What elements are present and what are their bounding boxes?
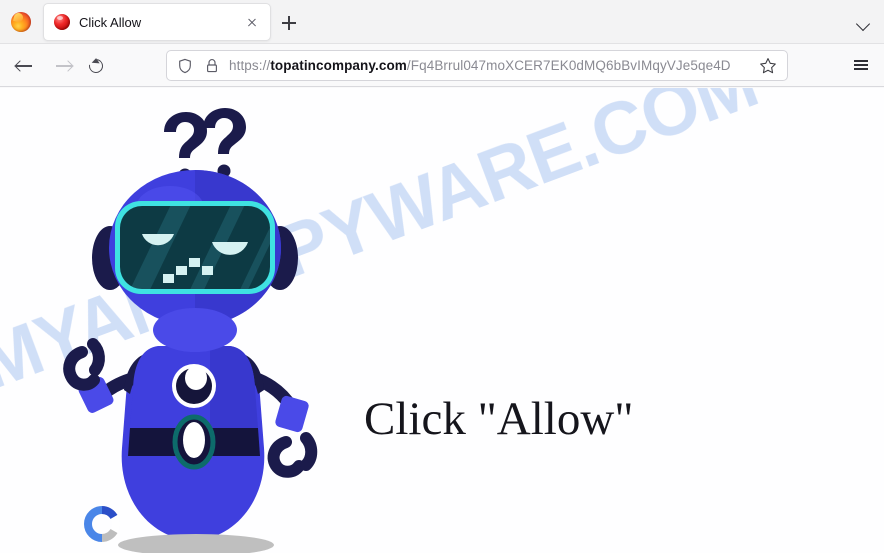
page-headline: Click "Allow" if you are not a robot <box>352 252 752 553</box>
forward-button[interactable] <box>49 51 79 81</box>
browser-tab[interactable]: Click Allow <box>43 3 271 41</box>
tab-strip: Click Allow <box>0 0 884 44</box>
chevron-down-icon[interactable] <box>851 11 875 35</box>
shield-icon[interactable] <box>177 58 193 74</box>
question-marks <box>164 108 246 182</box>
url-path: /Fq4Brrul047moXCER7EK0dMQ6bBvIMqyVJe5qe4… <box>406 58 731 73</box>
headline-line-1: Click "Allow" <box>364 393 634 445</box>
url-host: topatincompany.com <box>270 58 407 73</box>
loading-spinner <box>84 506 120 542</box>
browser-window: Click Allow https://topatincompany.com/F… <box>0 0 884 553</box>
close-tab-icon[interactable] <box>242 12 262 32</box>
new-tab-button[interactable] <box>277 11 301 35</box>
back-button[interactable] <box>9 51 39 81</box>
browser-chrome: Click Allow https://topatincompany.com/F… <box>0 0 884 88</box>
url-text[interactable]: https://topatincompany.com/Fq4Brrul047mo… <box>229 58 755 73</box>
menu-line <box>854 60 868 62</box>
padlock-icon[interactable] <box>205 58 219 74</box>
tab-title: Click Allow <box>79 14 142 30</box>
url-scheme: https:// <box>229 58 271 73</box>
confused-robot-illustration <box>60 108 360 553</box>
navigation-toolbar: https://topatincompany.com/Fq4Brrul047mo… <box>0 44 884 87</box>
address-bar[interactable]: https://topatincompany.com/Fq4Brrul047mo… <box>166 50 788 81</box>
bookmark-star-icon[interactable] <box>755 53 781 79</box>
reload-button[interactable] <box>81 51 111 81</box>
app-menu-button[interactable] <box>847 51 875 79</box>
page-content: MYANTISPYWARE.COM Click "Allow" <box>0 88 884 553</box>
tab-favicon-icon <box>54 14 70 30</box>
menu-line <box>854 64 868 66</box>
arrow-right-icon <box>56 65 72 67</box>
arrow-left-icon <box>16 65 32 67</box>
firefox-logo-icon <box>11 12 31 32</box>
menu-line <box>854 68 868 70</box>
reload-icon <box>86 56 106 76</box>
